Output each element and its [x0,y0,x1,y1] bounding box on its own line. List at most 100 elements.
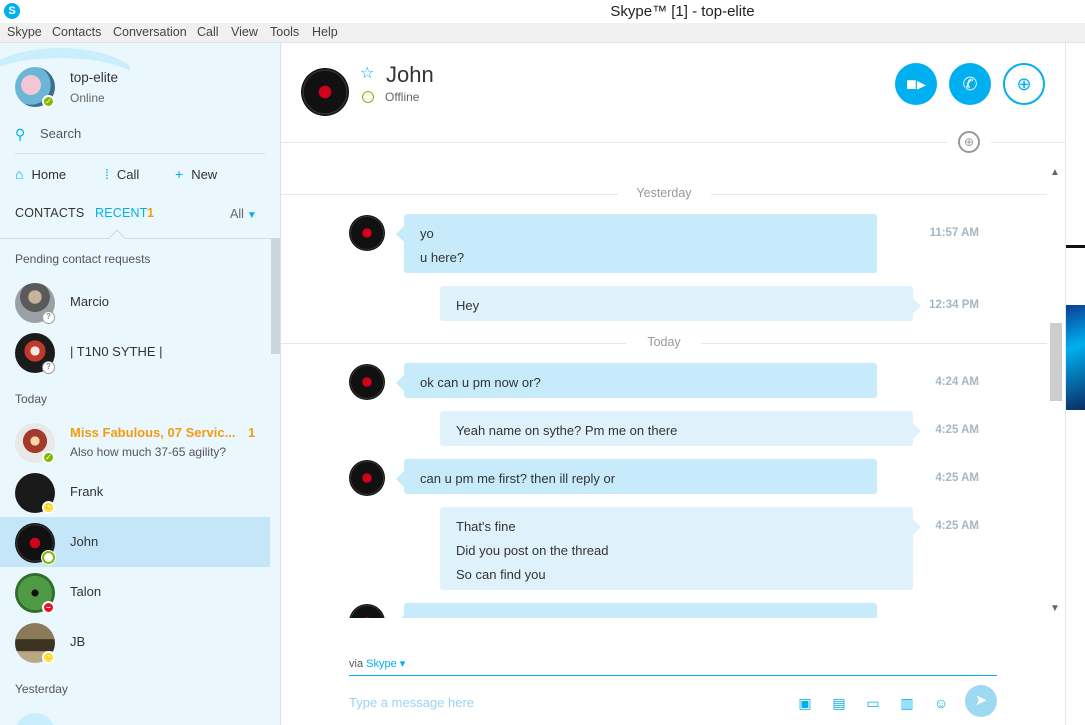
list-item[interactable] [0,707,270,725]
contact-name: Talon [70,584,102,599]
search-icon: ⚲ [15,126,26,142]
ad-banner[interactable] [1066,245,1085,410]
star-icon[interactable]: ☆ [360,63,374,83]
unread-count: 1 [248,425,256,440]
list-item[interactable]: − Talon [0,567,270,617]
my-status[interactable]: Online [70,91,105,105]
scroll-down-icon[interactable]: ▼ [1050,603,1060,614]
video-call-button[interactable]: ■▸ [895,63,937,105]
scroll-up-icon[interactable]: ▲ [1050,167,1060,178]
add-contact-button[interactable]: ⊕ [1003,63,1045,105]
message-line: can u pm me first? then ill reply or [420,471,616,486]
title-bar: S Skype™ [1] - top-elite [0,0,1085,23]
message-bubble-partial[interactable] [396,603,877,618]
call-button[interactable]: ✆ [949,63,991,105]
call-icon: ✆ [962,74,978,94]
recent-unread-count: 1 [147,206,155,220]
online-status-icon: ✓ [42,95,55,108]
video-message-icon[interactable]: ▭ [863,693,883,713]
avatar [15,713,55,725]
tab-contacts[interactable]: CONTACTS [15,206,84,220]
emoticon-icon[interactable]: ☺ [931,693,951,713]
section-yesterday: Yesterday [15,682,68,696]
message-input[interactable]: Type a message here [349,695,474,710]
chevron-down-icon: ▼ [246,210,257,221]
day-separator: Today [281,333,1047,353]
list-item[interactable]: ◷ Frank [0,467,270,517]
contact-name: JB [70,634,86,649]
avatar [349,364,385,400]
message-bubble[interactable]: can u pm me first? then ill reply or [396,459,877,494]
file-icon[interactable]: ▤ [829,693,849,713]
message-line: That's fine [456,519,516,534]
list-item[interactable]: ? | T1N0 SYTHE | [0,327,270,377]
unknown-status-icon: ? [42,361,55,374]
avatar [349,460,385,496]
away-status-icon: ◷ [42,501,55,514]
contact-status: Offline [385,90,420,104]
send-icon: ➤ [974,692,988,709]
message-bubble[interactable]: yo u here? [396,214,877,273]
day-label: Yesterday [636,186,692,200]
message-line: Did you post on the thread [456,543,609,558]
message-bubble[interactable]: ok can u pm now or? [396,363,877,398]
message-time: 11:57 AM [929,227,979,239]
contact-avatar[interactable] [291,63,351,116]
menu-skype[interactable]: Skype [7,25,42,39]
list-item[interactable]: ◷ JB [0,617,270,667]
conversation-scrollbar[interactable]: ▲ ▼ [1047,163,1065,618]
call-label: Call [116,167,140,182]
list-item-selected[interactable]: John [0,517,270,567]
day-separator: Yesterday [281,184,1047,204]
contact-name-header[interactable]: John [386,62,434,88]
list-item[interactable]: ✓ Miss Fabulous, 07 Servic... Also how m… [0,417,270,467]
menu-tools[interactable]: Tools [270,25,299,39]
message-bubble[interactable]: Yeah name on sythe? Pm me on there [440,411,921,446]
message-time: 12:34 PM [929,299,979,311]
call-button[interactable]: ⁞ Call [105,166,139,182]
dialpad-icon: ⁞ [105,166,109,182]
menu-view[interactable]: View [231,25,258,39]
send-button[interactable]: ➤ [965,685,997,717]
sidebar-scrollbar[interactable] [271,239,280,354]
my-name[interactable]: top-elite [70,70,118,85]
search-box[interactable]: ⚲ Search [15,126,265,154]
tab-recent[interactable]: RECENT [95,206,148,220]
image-icon[interactable]: ▣ [795,693,815,713]
message-line: yo [420,226,434,241]
menu-call[interactable]: Call [197,25,219,39]
new-button[interactable]: + New [175,166,217,182]
contact-name: Miss Fabulous, 07 Servic... [70,425,236,440]
menu-conversation[interactable]: Conversation [113,25,187,39]
contact-name: John [70,534,99,549]
section-pending: Pending contact requests [15,252,151,266]
menu-help[interactable]: Help [312,25,338,39]
offline-status-icon [362,91,374,103]
scrollbar-thumb[interactable] [1050,323,1062,401]
contact-card-icon[interactable]: ▥ [897,693,917,713]
conversation-pane: ☆ John Offline ■▸ ✆ ⊕ ⊕ Yesterday yo u h… [281,43,1065,725]
online-status-icon: ✓ [42,451,55,464]
contact-name: | T1N0 SYTHE | [70,344,163,359]
avatar [349,604,385,618]
message-bubble[interactable]: That's fine Did you post on the thread S… [440,507,921,590]
menu-contacts[interactable]: Contacts [52,25,101,39]
recent-list: Pending contact requests ? Marcio ? | T1… [0,239,281,725]
via-label: via [349,658,364,670]
message-bubble[interactable]: Hey [440,286,921,321]
filter-label: All [230,207,244,221]
section-today: Today [15,392,48,406]
home-button[interactable]: ⌂ Home [15,166,66,182]
globe-icon[interactable]: ⊕ [958,131,980,153]
message-time: 4:25 AM [935,520,979,532]
message-line: So can find you [456,567,546,582]
home-label: Home [31,167,67,182]
filter-dropdown[interactable]: All ▼ [230,207,257,221]
contact-name: Marcio [70,294,110,309]
via-service-name: Skype [366,658,397,670]
via-service[interactable]: via Skype ▾ [349,657,405,670]
composer-divider [349,675,997,676]
vinyl-record-icon [301,68,349,116]
header-divider [991,142,1065,143]
list-item[interactable]: ? Marcio [0,277,270,327]
